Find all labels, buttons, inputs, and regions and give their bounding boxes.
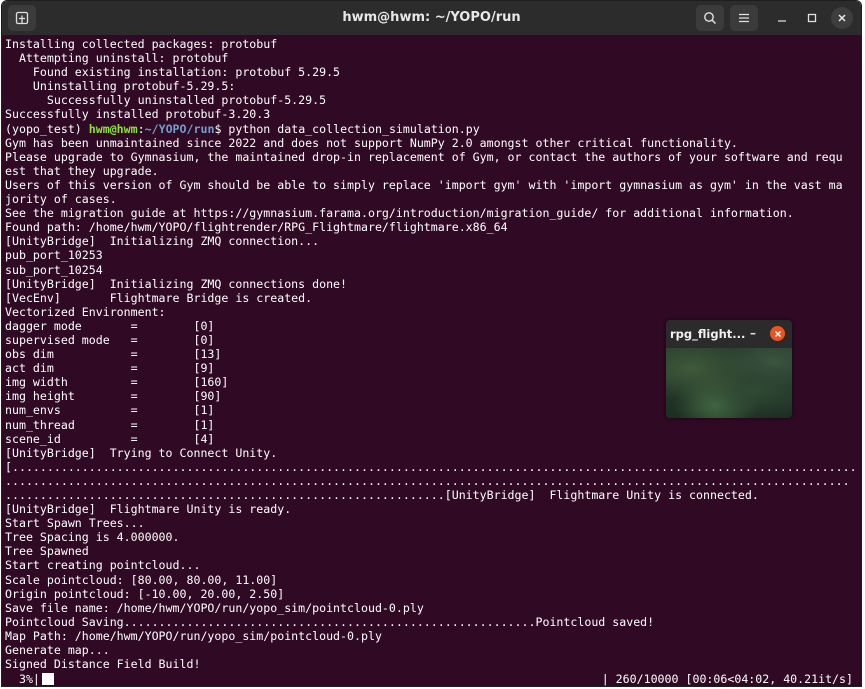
terminal-line: Gym has been unmaintained since 2022 and… (5, 135, 738, 150)
scrollbar[interactable] (856, 71, 860, 686)
terminal-line: sub_port_10254 (5, 262, 103, 277)
close-icon (774, 330, 781, 337)
prompt-dollar: $ (214, 121, 229, 136)
progress-percent: 3%| (5, 672, 54, 686)
terminal-line: num_thread = [1] (5, 417, 215, 432)
terminal-line: [.......................................… (5, 459, 857, 474)
terminal-line: Map Path: /home/hwm/YOPO/run/yopo_sim/po… (5, 628, 382, 643)
close-button[interactable] (830, 6, 854, 30)
minimize-icon (778, 20, 786, 22)
progress-percent-text: 3%| (5, 672, 40, 686)
close-button-bg[interactable] (831, 7, 853, 29)
menu-button[interactable] (730, 5, 758, 31)
terminal-line: Save file name: /home/hwm/YOPO/run/yopo_… (5, 600, 424, 615)
search-button[interactable] (696, 5, 724, 31)
terminal-line: Signed Distance Field Build! (5, 657, 201, 672)
terminal-line: Uninstalling protobuf-5.29.5: (5, 79, 236, 94)
progress-stats: | 260/10000 [00:06<04:02, 40.21it/s] (601, 672, 853, 686)
prompt-user-host: hwm@hwm (88, 121, 138, 136)
hamburger-menu-icon (739, 13, 749, 23)
prompt-env: (yopo_test) (5, 121, 89, 136)
terminal-line: Installing collected packages: protobuf (5, 37, 278, 51)
progress-fill (41, 673, 54, 685)
new-tab-button[interactable] (8, 5, 36, 31)
terminal-line: Scale pointcloud: [80.00, 80.00, 11.00] (5, 572, 278, 587)
terminal-line: Found existing installation: protobuf 5.… (5, 65, 341, 80)
search-icon (704, 12, 717, 25)
flightmare-window[interactable]: rpg_flight... – (666, 320, 792, 418)
terminal-line: Attempting uninstall: protobuf (5, 51, 229, 66)
terminal-line: Successfully installed protobuf-3.20.3 (5, 107, 271, 122)
flightmare-close-button[interactable] (770, 326, 785, 341)
terminal-line: [UnityBridge] Initializing ZMQ connectio… (5, 276, 348, 291)
new-tab-icon (15, 11, 29, 25)
terminal-line: ........................................… (5, 473, 850, 488)
terminal-line: See the migration guide at https://gymna… (5, 206, 794, 221)
flightmare-render-view (666, 348, 792, 418)
terminal-line: est that they upgrade. (5, 163, 159, 178)
terminal-line: Found path: /home/hwm/YOPO/flightrender/… (5, 220, 508, 235)
terminal-line: jority of cases. (5, 192, 117, 207)
maximize-button[interactable] (800, 6, 824, 30)
prompt-colon: : (137, 121, 145, 136)
maximize-icon (807, 13, 817, 23)
terminal-line: Start creating pointcloud... (5, 558, 201, 573)
terminal-line: Generate map... (5, 643, 110, 658)
shell-prompt-line: (yopo_test) hwm@hwm:~/YOPO/run$ python d… (5, 122, 857, 136)
close-icon (838, 14, 846, 22)
terminal-line: Start Spawn Trees... (5, 516, 145, 531)
flightmare-title: rpg_flight... (670, 327, 746, 341)
terminal-line: Users of this version of Gym should be a… (5, 177, 843, 192)
terminal-line: Vectorized Environment: (5, 304, 166, 319)
prompt-command: python data_collection_simulation.py (228, 121, 480, 136)
progress-bar-line: 3%| | 260/10000 [00:06<04:02, 40.21it/s] (5, 672, 857, 686)
terminal-line: ........................................… (5, 488, 759, 502)
terminal-line: [UnityBridge] Flightmare Unity is ready. (5, 502, 292, 517)
terminal-line: Please upgrade to Gymnasium, the maintai… (5, 149, 843, 164)
title-bar[interactable]: hwm@hwm: ~/YOPO/run (2, 1, 861, 35)
prompt-path: ~/YOPO/run (144, 121, 215, 136)
terminal-line: Successfully uninstalled protobuf-5.29.5 (5, 93, 327, 108)
terminal-line: Pointcloud Saving.......................… (5, 614, 655, 629)
terminal-line: pub_port_10253 (5, 248, 103, 263)
terminal-line: Tree Spawned (5, 544, 89, 559)
terminal-line: [UnityBridge] Initializing ZMQ connectio… (5, 234, 320, 249)
flightmare-minimize-button[interactable]: – (746, 324, 760, 342)
terminal-line: [VecEnv] Flightmare Bridge is created. (5, 290, 313, 305)
terminal-line: scene_id = [4] (5, 431, 215, 446)
terminal-line: [UnityBridge] Trying to Connect Unity. (5, 445, 278, 460)
terminal-line: Tree Spacing is 4.000000. (5, 530, 180, 545)
terminal-line: Origin pointcloud: [-10.00, 20.00, 2.50] (5, 586, 285, 601)
minimize-button[interactable] (770, 6, 794, 30)
flightmare-title-bar[interactable]: rpg_flight... – (666, 320, 792, 347)
